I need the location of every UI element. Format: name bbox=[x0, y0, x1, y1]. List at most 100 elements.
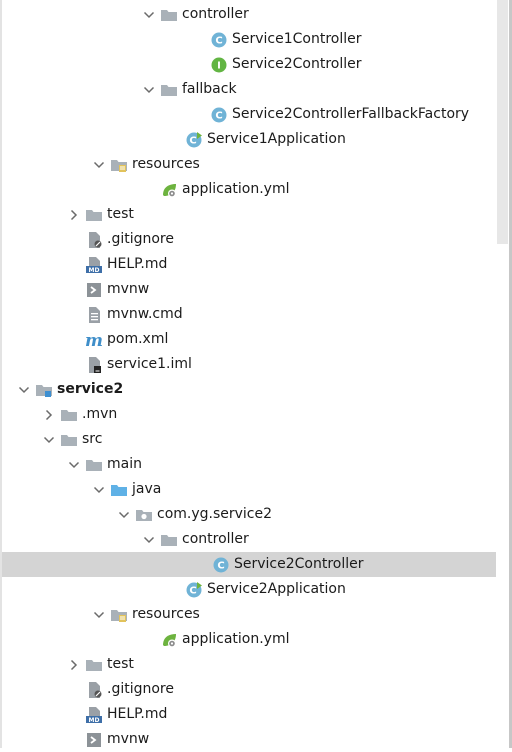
tree-node-label: Service2Controller bbox=[234, 556, 364, 572]
chevron-right-icon[interactable] bbox=[66, 202, 82, 227]
source-folder-icon bbox=[109, 477, 129, 502]
chevron-down-icon[interactable] bbox=[91, 477, 107, 502]
package-icon bbox=[134, 502, 154, 527]
chevron-down-icon[interactable] bbox=[16, 377, 32, 402]
tree-node-gitignore[interactable]: .gitignore bbox=[0, 227, 496, 252]
tree-node-src[interactable]: src bbox=[0, 427, 496, 452]
folder-icon bbox=[59, 402, 79, 427]
spring-boot-class-icon: C bbox=[184, 577, 204, 602]
tree-node-label: service1.iml bbox=[107, 356, 192, 372]
svg-text:C: C bbox=[215, 35, 222, 46]
tree-node-resources[interactable]: resources bbox=[0, 152, 496, 177]
tree-node-mvnw-cmd[interactable]: mvnw.cmd bbox=[0, 302, 496, 327]
chevron-down-icon[interactable] bbox=[91, 602, 107, 627]
chevron-right-icon[interactable] bbox=[66, 652, 82, 677]
tree-node-java[interactable]: java bbox=[0, 477, 496, 502]
folder-icon bbox=[84, 652, 104, 677]
tree-node-label: service2 bbox=[57, 381, 124, 397]
svg-text:MD: MD bbox=[89, 267, 100, 274]
tree-node-gitignore[interactable]: .gitignore bbox=[0, 677, 496, 702]
tree-node-application-yml[interactable]: application.yml bbox=[0, 627, 496, 652]
svg-text:C: C bbox=[189, 585, 196, 596]
resources-folder-icon bbox=[109, 152, 129, 177]
tree-node-label: Service2Application bbox=[207, 581, 346, 597]
tree-node-label: src bbox=[82, 431, 103, 447]
chevron-down-icon[interactable] bbox=[116, 502, 132, 527]
folder-icon bbox=[84, 452, 104, 477]
chevron-down-icon[interactable] bbox=[66, 452, 82, 477]
tree-node-label: .mvn bbox=[82, 406, 118, 422]
chevron-down-icon[interactable] bbox=[91, 152, 107, 177]
tree-node-test[interactable]: test bbox=[0, 652, 496, 677]
scrollbar-thumb[interactable] bbox=[497, 0, 508, 244]
tree-node-label: application.yml bbox=[182, 181, 290, 197]
tree-node-service2application[interactable]: C Service2Application bbox=[0, 577, 496, 602]
tree-node-label: test bbox=[107, 656, 134, 672]
gitignore-file-icon bbox=[84, 227, 104, 252]
tree-node-label: .gitignore bbox=[107, 681, 174, 697]
svg-text:m: m bbox=[85, 331, 103, 349]
tree-node-help-md[interactable]: MD HELP.md bbox=[0, 252, 496, 277]
chevron-right-icon[interactable] bbox=[41, 402, 57, 427]
svg-text:MD: MD bbox=[89, 717, 100, 724]
shell-script-icon bbox=[84, 727, 104, 752]
tree-node-service1controller[interactable]: C Service1Controller bbox=[0, 27, 496, 52]
spring-config-icon bbox=[159, 177, 179, 202]
spring-config-icon bbox=[159, 627, 179, 652]
tree-node-pom-xml[interactable]: m pom.xml bbox=[0, 327, 496, 352]
spring-boot-class-icon: C bbox=[184, 127, 204, 152]
resources-folder-icon bbox=[109, 602, 129, 627]
svg-text:C: C bbox=[215, 110, 222, 121]
tree-node-mvnw[interactable]: mvnw bbox=[0, 277, 496, 302]
folder-icon bbox=[159, 527, 179, 552]
tree-node-label: Service1Controller bbox=[232, 31, 362, 47]
tree-node-label: pom.xml bbox=[107, 331, 169, 347]
svg-text:I: I bbox=[217, 60, 221, 71]
tree-node-label: application.yml bbox=[182, 631, 290, 647]
tree-node-label: controller bbox=[182, 6, 249, 22]
tree-node-resources[interactable]: resources bbox=[0, 602, 496, 627]
tree-node-label: resources bbox=[132, 156, 200, 172]
tree-node-label: Service1Application bbox=[207, 131, 346, 147]
maven-icon: m bbox=[84, 327, 104, 352]
chevron-down-icon[interactable] bbox=[41, 427, 57, 452]
panel-left-edge bbox=[0, 0, 2, 748]
tree-node-service2controllerfallbackfactory[interactable]: C Service2ControllerFallbackFactory bbox=[0, 102, 496, 127]
java-class-icon: C bbox=[211, 552, 231, 577]
tree-node-label: test bbox=[107, 206, 134, 222]
tree-node-label: com.yg.service2 bbox=[157, 506, 273, 522]
tree-node-main[interactable]: main bbox=[0, 452, 496, 477]
tree-node-mvn[interactable]: .mvn bbox=[0, 402, 496, 427]
markdown-file-icon: MD bbox=[84, 252, 104, 277]
tree-node-service1-iml[interactable]: service1.iml bbox=[0, 352, 496, 377]
tree-node-application-yml[interactable]: application.yml bbox=[0, 177, 496, 202]
chevron-down-icon[interactable] bbox=[141, 527, 157, 552]
chevron-down-icon[interactable] bbox=[141, 2, 157, 27]
tree-node-label: .gitignore bbox=[107, 231, 174, 247]
java-interface-icon: I bbox=[209, 52, 229, 77]
markdown-file-icon: MD bbox=[84, 702, 104, 727]
tree-node-help-md[interactable]: MD HELP.md bbox=[0, 702, 496, 727]
tree-node-test[interactable]: test bbox=[0, 202, 496, 227]
module-folder-icon bbox=[34, 377, 54, 402]
tree-node-com-yg-service2[interactable]: com.yg.service2 bbox=[0, 502, 496, 527]
tree-node-label: fallback bbox=[182, 81, 237, 97]
svg-text:C: C bbox=[217, 560, 224, 571]
gitignore-file-icon bbox=[84, 677, 104, 702]
tree-node-service2controller[interactable]: I Service2Controller bbox=[0, 52, 496, 77]
tree-node-service2controller[interactable]: C Service2Controller bbox=[2, 552, 496, 577]
chevron-down-icon[interactable] bbox=[141, 77, 157, 102]
tree-node-mvnw[interactable]: mvnw bbox=[0, 727, 496, 752]
tree-node-controller[interactable]: controller bbox=[0, 527, 496, 552]
tree-node-label: controller bbox=[182, 531, 249, 547]
iml-file-icon bbox=[84, 352, 104, 377]
tree-node-label: main bbox=[107, 456, 142, 472]
folder-icon bbox=[159, 2, 179, 27]
tree-node-controller[interactable]: controller bbox=[0, 2, 496, 27]
tree-node-service2[interactable]: service2 bbox=[0, 377, 496, 402]
tree-node-fallback[interactable]: fallback bbox=[0, 77, 496, 102]
project-tree: controller C Service1Controller I Service2Co… bbox=[0, 0, 496, 748]
tree-node-label: Service2Controller bbox=[232, 56, 362, 72]
tree-node-service1application[interactable]: C Service1Application bbox=[0, 127, 496, 152]
tree-node-label: mvnw bbox=[107, 281, 150, 297]
